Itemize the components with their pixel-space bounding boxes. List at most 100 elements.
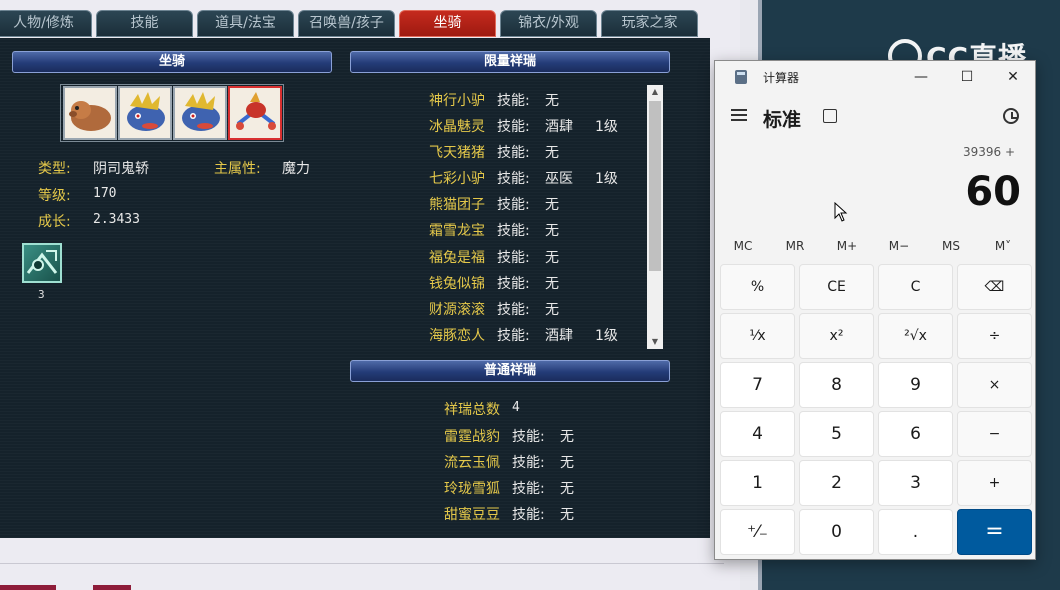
subtract-button[interactable]: − <box>957 411 1032 457</box>
window-title: 计算器 <box>763 71 800 85</box>
skill-label: 技能: <box>497 145 530 161</box>
digit-3-button[interactable]: 3 <box>878 460 953 506</box>
square-button[interactable]: x² <box>799 313 874 359</box>
skill-label: 技能: <box>497 276 530 292</box>
growth-value: 2.3433 <box>93 212 140 227</box>
item-name: 玲珑雪狐 <box>444 481 500 497</box>
normal-header: 普通祥瑞 <box>350 360 670 382</box>
menu-icon[interactable] <box>731 109 747 121</box>
memory-list-button[interactable]: M˅ <box>977 239 1029 253</box>
divide-button[interactable]: ÷ <box>957 313 1032 359</box>
mount-skill-icon[interactable] <box>22 243 62 283</box>
digit-5-button[interactable]: 5 <box>799 411 874 457</box>
item-name: 雷霆战豹 <box>444 429 500 445</box>
item-name: 神行小驴 <box>429 93 485 109</box>
attribute-value: 魔力 <box>282 161 310 177</box>
total-label: 祥瑞总数 <box>444 402 500 418</box>
blue-beast-mount-icon[interactable] <box>118 86 172 140</box>
scroll-up-icon[interactable]: ▲ <box>647 85 663 99</box>
calculator-window: 计算器 — ☐ ✕ 标准 39396 + 60 MC MR M+ M− MS M… <box>714 60 1036 560</box>
divider <box>0 563 724 564</box>
digit-4-button[interactable]: 4 <box>720 411 795 457</box>
skill-value: 无 <box>545 276 559 292</box>
calculator-titlebar[interactable]: 计算器 — ☐ ✕ <box>715 61 1035 93</box>
tab-pets[interactable]: 召唤兽/孩子 <box>298 10 395 37</box>
level-label: 等级: <box>38 188 71 204</box>
digit-1-button[interactable]: 1 <box>720 460 795 506</box>
scroll-down-icon[interactable]: ▼ <box>647 335 663 349</box>
memory-clear-button[interactable]: MC <box>717 239 769 253</box>
keep-on-top-icon[interactable] <box>823 109 837 123</box>
attribute-label: 主属性: <box>214 161 261 177</box>
skill-value: 无 <box>560 481 574 497</box>
minimize-button[interactable]: — <box>901 65 941 89</box>
skill-label: 技能: <box>497 93 530 109</box>
tab-character[interactable]: 人物/修炼 <box>0 10 92 37</box>
capybara-mount-icon[interactable] <box>63 86 117 140</box>
item-name: 甜蜜豆豆 <box>444 507 500 523</box>
tab-mounts[interactable]: 坐骑 <box>399 10 496 37</box>
clear-entry-button[interactable]: CE <box>799 264 874 310</box>
skill-label: 技能: <box>512 429 545 445</box>
maximize-button[interactable]: ☐ <box>947 65 987 89</box>
skill-value: 酒肆 <box>545 119 573 135</box>
mount-header: 坐骑 <box>12 51 332 73</box>
skill-level: 1级 <box>595 171 618 187</box>
digit-6-button[interactable]: 6 <box>878 411 953 457</box>
red-bird-mount-icon[interactable] <box>228 86 282 140</box>
limited-list-scrollbar[interactable]: ▲ ▼ <box>647 85 663 349</box>
multiply-button[interactable]: × <box>957 362 1032 408</box>
skill-label: 技能: <box>497 328 530 344</box>
skill-count: 3 <box>38 288 45 301</box>
skill-value: 无 <box>545 93 559 109</box>
growth-label: 成长: <box>38 214 71 230</box>
negate-button[interactable]: ⁺⁄₋ <box>720 509 795 555</box>
tab-home[interactable]: 玩家之家 <box>601 10 698 37</box>
item-name: 冰晶魅灵 <box>429 119 485 135</box>
footer-button[interactable] <box>93 585 131 590</box>
skill-value: 无 <box>545 302 559 318</box>
digit-8-button[interactable]: 8 <box>799 362 874 408</box>
skill-value: 无 <box>560 455 574 471</box>
memory-subtract-button[interactable]: M− <box>873 239 925 253</box>
level-value: 170 <box>93 186 117 201</box>
item-name: 财源滚滚 <box>429 302 485 318</box>
skill-value: 无 <box>545 250 559 266</box>
item-name: 飞天猪猪 <box>429 145 485 161</box>
tab-skills[interactable]: 技能 <box>96 10 193 37</box>
memory-add-button[interactable]: M+ <box>821 239 873 253</box>
calculator-app-icon <box>735 70 747 84</box>
percent-button[interactable]: % <box>720 264 795 310</box>
skill-label: 技能: <box>512 507 545 523</box>
item-name: 海豚恋人 <box>429 328 485 344</box>
limited-header: 限量祥瑞 <box>350 51 670 73</box>
digit-2-button[interactable]: 2 <box>799 460 874 506</box>
calculator-mode: 标准 <box>763 109 802 131</box>
digit-9-button[interactable]: 9 <box>878 362 953 408</box>
memory-recall-button[interactable]: MR <box>769 239 821 253</box>
decimal-button[interactable]: . <box>878 509 953 555</box>
skill-label: 技能: <box>512 455 545 471</box>
reciprocal-button[interactable]: ¹⁄x <box>720 313 795 359</box>
type-value: 阴司鬼轿 <box>93 161 149 177</box>
blue-beast-mount-icon[interactable] <box>173 86 227 140</box>
total-value: 4 <box>512 400 520 415</box>
skill-label: 技能: <box>497 223 530 239</box>
equals-button[interactable]: = <box>957 509 1032 555</box>
skill-label: 技能: <box>497 197 530 213</box>
skill-value: 巫医 <box>545 171 573 187</box>
scrollbar-thumb[interactable] <box>649 101 661 271</box>
memory-store-button[interactable]: MS <box>925 239 977 253</box>
tab-items[interactable]: 道具/法宝 <box>197 10 294 37</box>
backspace-button[interactable]: ⌫ <box>957 264 1032 310</box>
digit-7-button[interactable]: 7 <box>720 362 795 408</box>
footer-button[interactable] <box>0 585 56 590</box>
close-button[interactable]: ✕ <box>993 65 1033 89</box>
history-icon[interactable] <box>1003 108 1019 124</box>
clear-button[interactable]: C <box>878 264 953 310</box>
add-button[interactable]: + <box>957 460 1032 506</box>
square-root-button[interactable]: ²√x <box>878 313 953 359</box>
tab-outfits[interactable]: 锦衣/外观 <box>500 10 597 37</box>
item-name: 霜雪龙宝 <box>429 223 485 239</box>
digit-0-button[interactable]: 0 <box>799 509 874 555</box>
